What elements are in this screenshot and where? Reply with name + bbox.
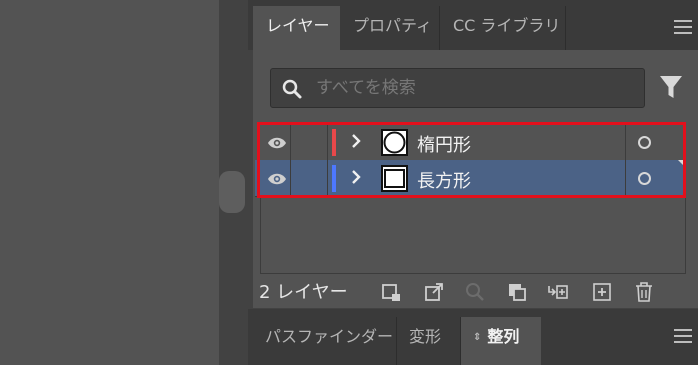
- lock-toggle[interactable]: [327, 160, 328, 197]
- layers-footer: 2 レイヤー: [253, 274, 698, 308]
- visibility-eye-icon[interactable]: [267, 172, 287, 186]
- lock-toggle[interactable]: [327, 124, 328, 161]
- target-circle-icon[interactable]: [638, 172, 651, 185]
- panel-menu-icon[interactable]: [674, 20, 692, 34]
- column-divider: [625, 160, 626, 197]
- tab-properties[interactable]: プロパティ: [340, 6, 440, 50]
- layer-name[interactable]: 長方形: [417, 167, 471, 193]
- layer-row-rectangle[interactable]: 長方形: [255, 160, 685, 197]
- column-divider: [625, 124, 626, 161]
- visibility-eye-icon[interactable]: [267, 136, 287, 150]
- layers-body: 楕円形 長方形: [253, 50, 698, 308]
- tab-layers[interactable]: レイヤー: [253, 6, 340, 50]
- tab-transform[interactable]: 変形: [397, 317, 461, 365]
- layer-thumbnail-ellipse: [381, 129, 408, 156]
- canvas-area[interactable]: [0, 0, 219, 365]
- layer-color-bar: [332, 129, 336, 156]
- column-divider: [290, 124, 291, 161]
- layer-thumbnail-rectangle: [381, 165, 408, 192]
- new-layer-icon[interactable]: [591, 281, 613, 303]
- expand-chevron-icon[interactable]: [351, 169, 361, 185]
- tab-cc-libraries[interactable]: CC ライブラリ: [440, 6, 566, 50]
- column-divider: [290, 160, 291, 197]
- tab-pathfinder[interactable]: パスファインダー: [253, 317, 397, 365]
- rectangle-thumbnail-icon: [384, 169, 405, 188]
- panel-collapse-handle[interactable]: [219, 171, 245, 213]
- layer-row-ellipse[interactable]: 楕円形: [255, 124, 683, 161]
- bottom-panel-menu-icon[interactable]: [674, 329, 692, 343]
- search-box: [270, 68, 645, 108]
- target-circle-icon[interactable]: [638, 136, 651, 149]
- filter-icon[interactable]: [659, 74, 683, 100]
- trash-icon[interactable]: [633, 281, 655, 303]
- collect-for-export-icon[interactable]: [380, 281, 402, 303]
- search-input[interactable]: [316, 69, 636, 107]
- tab-align-label: 整列: [487, 327, 520, 346]
- expand-chevron-icon[interactable]: [351, 133, 361, 149]
- selection-indicator: [678, 160, 685, 167]
- layer-color-bar: [332, 165, 336, 192]
- search-icon: [282, 79, 302, 99]
- ellipse-thumbnail-icon: [383, 131, 406, 154]
- export-icon[interactable]: [423, 281, 445, 303]
- clipping-mask-icon[interactable]: [506, 281, 528, 303]
- panel-tab-bar: レイヤー プロパティ CC ライブラリ: [248, 0, 698, 50]
- bottom-tab-bar: パスファインダー 変形 ⇕ 整列: [248, 309, 698, 365]
- tab-align[interactable]: ⇕ 整列: [461, 317, 541, 365]
- layer-count: 2 レイヤー: [259, 282, 348, 303]
- layers-panel: レイヤー プロパティ CC ライブラリ すべてを検索 楕円形 長方形 2 レイヤ…: [248, 0, 698, 365]
- locate-object-icon[interactable]: [464, 281, 486, 303]
- layer-name[interactable]: 楕円形: [417, 131, 471, 157]
- updown-arrows-icon: ⇕: [473, 331, 482, 343]
- new-sublayer-icon[interactable]: [547, 281, 569, 303]
